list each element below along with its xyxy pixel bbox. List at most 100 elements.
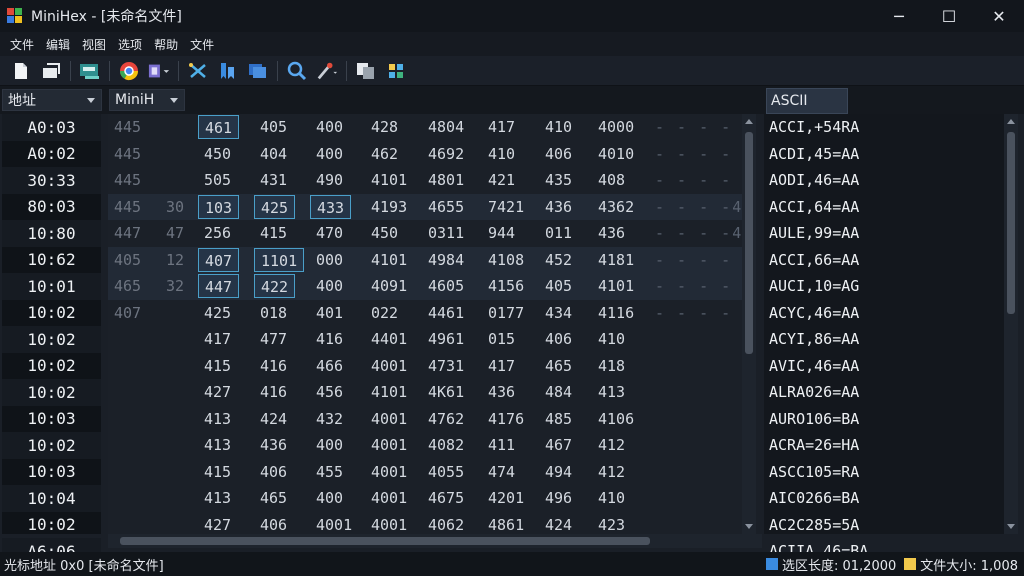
ascii-cell[interactable]: AIC0266=BA — [764, 485, 1004, 512]
hex-byte-cell[interactable]: 4201 — [488, 485, 524, 512]
chrome-icon[interactable] — [118, 60, 140, 82]
hex-byte-cell[interactable]: 427 — [204, 512, 231, 535]
hex-byte-cell[interactable]: 410 — [598, 326, 625, 353]
save-icon[interactable] — [79, 60, 101, 82]
hex-byte-cell[interactable]: 0177 — [488, 300, 524, 327]
hex-byte-cell[interactable]: 4001 — [371, 432, 407, 459]
ascii-cell[interactable]: ACYI,86=AA — [764, 326, 1004, 353]
hex-vertical-scrollbar[interactable] — [742, 114, 756, 534]
menu-file-2[interactable]: 文件 — [184, 36, 220, 53]
menu-options[interactable]: 选项 — [112, 36, 148, 53]
hex-byte-cell[interactable]: 32 — [166, 273, 184, 300]
ascii-cell[interactable]: ACCI,64=AA — [764, 194, 1004, 221]
selected-hex-byte-cell[interactable]: 447 — [198, 274, 240, 298]
hex-byte-cell[interactable]: 4193 — [371, 194, 407, 221]
hex-byte-cell[interactable]: 7421 — [488, 194, 524, 221]
selected-hex-byte-cell[interactable]: 461 — [198, 115, 240, 139]
selected-hex-byte-cell[interactable]: 103 — [198, 194, 240, 219]
hex-byte-cell[interactable]: 415 — [260, 220, 287, 247]
scrollbar-thumb[interactable] — [120, 537, 650, 545]
hex-byte-cell[interactable]: 416 — [260, 379, 287, 406]
hex-byte-cell[interactable]: 4401 — [371, 326, 407, 353]
hex-byte-cell[interactable]: 494 — [545, 459, 572, 486]
selected-hex-byte-cell[interactable]: 422 — [254, 274, 296, 298]
hex-byte-cell[interactable]: 432 — [316, 406, 343, 433]
hex-byte-cell[interactable]: 417 — [488, 114, 515, 141]
hex-byte-cell[interactable]: 406 — [260, 512, 287, 535]
close-button[interactable]: ✕ — [974, 0, 1024, 32]
hex-byte-cell[interactable]: 12 — [166, 247, 184, 274]
hex-byte-cell[interactable]: 4692 — [428, 141, 464, 168]
duplicate-icon[interactable] — [247, 60, 269, 82]
maximize-button[interactable]: ☐ — [924, 0, 974, 32]
hex-byte-cell[interactable]: 435 — [545, 167, 572, 194]
ascii-cell[interactable]: AODI,46=AA — [764, 167, 1004, 194]
hex-byte-cell[interactable]: 4461 — [428, 300, 464, 327]
hex-byte-cell[interactable]: 413 — [204, 406, 231, 433]
hex-byte-cell[interactable]: 4091 — [371, 273, 407, 300]
hex-byte-cell[interactable]: 4062 — [428, 512, 464, 535]
ascii-cell[interactable]: ACCI,66=AA — [764, 247, 1004, 274]
ascii-cell[interactable]: ALRA026=AA — [764, 379, 1004, 406]
hex-byte-cell[interactable]: 505 — [204, 167, 231, 194]
hex-byte-cell[interactable]: 410 — [488, 141, 515, 168]
ascii-cell[interactable]: ACYC,46=AA — [764, 300, 1004, 327]
selected-hex-byte-cell[interactable]: 407 — [198, 247, 240, 272]
hex-byte-cell[interactable]: 406 — [260, 459, 287, 486]
scrollbar-thumb[interactable] — [745, 132, 753, 354]
hex-byte-cell[interactable]: 256 — [204, 220, 231, 247]
hex-byte-cell[interactable]: 4001 — [371, 459, 407, 486]
hex-byte-cell[interactable]: 407 — [114, 300, 141, 327]
hex-byte-cell[interactable]: 000 — [316, 247, 343, 274]
copy-icon[interactable] — [355, 60, 377, 82]
hex-byte-cell[interactable]: 4001 — [371, 512, 407, 535]
scrollbar-thumb[interactable] — [1007, 132, 1015, 314]
hex-byte-cell[interactable]: 465 — [545, 353, 572, 380]
swap-icon[interactable] — [187, 60, 209, 82]
hex-byte-cell[interactable]: 421 — [488, 167, 515, 194]
hex-byte-cell[interactable]: 4181 — [598, 247, 634, 274]
hex-byte-cell[interactable]: 410 — [545, 114, 572, 141]
hex-byte-cell[interactable]: 400 — [316, 114, 343, 141]
hex-byte-cell[interactable]: 4156 — [488, 273, 524, 300]
hex-byte-cell[interactable]: 417 — [204, 326, 231, 353]
hex-byte-cell[interactable]: 4001 — [371, 353, 407, 380]
ascii-cell[interactable]: ACCI,+54RA — [764, 114, 1004, 141]
hex-byte-cell[interactable]: 455 — [316, 459, 343, 486]
hex-byte-cell[interactable]: 401 — [316, 300, 343, 327]
hex-byte-cell[interactable]: 416 — [260, 353, 287, 380]
hex-byte-cell[interactable]: 465 — [114, 273, 141, 300]
hex-byte-cell[interactable]: 431 — [260, 167, 287, 194]
hex-byte-cell[interactable]: 4082 — [428, 432, 464, 459]
horizontal-scrollbar[interactable] — [108, 534, 762, 548]
ascii-pane[interactable]: ACCI,+54RA ACDI,45=AA AODI,46=AA ACCI,64=AA… — [764, 114, 1004, 560]
hex-byte-cell[interactable]: 406 — [545, 326, 572, 353]
hex-byte-cell[interactable]: 406 — [545, 141, 572, 168]
hex-byte-cell[interactable]: 4675 — [428, 485, 464, 512]
hex-byte-cell[interactable]: 0311 — [428, 220, 464, 247]
hex-byte-cell[interactable]: 4801 — [428, 167, 464, 194]
hex-byte-cell[interactable]: 477 — [260, 326, 287, 353]
hex-format-select[interactable]: MiniH — [109, 89, 185, 111]
hex-byte-cell[interactable]: 413 — [204, 432, 231, 459]
hex-byte-cell[interactable]: 450 — [371, 220, 398, 247]
wand-icon[interactable] — [316, 60, 338, 82]
hex-byte-cell[interactable]: 428 — [371, 114, 398, 141]
hex-byte-cell[interactable]: 436 — [488, 379, 515, 406]
new-file-icon[interactable] — [10, 60, 32, 82]
plugin-icon[interactable] — [148, 60, 170, 82]
hex-byte-cell[interactable]: 4010 — [598, 141, 634, 168]
hex-byte-cell[interactable]: 490 — [316, 167, 343, 194]
scroll-up-arrow-icon[interactable] — [1007, 119, 1015, 124]
hex-byte-cell[interactable]: 4984 — [428, 247, 464, 274]
hex-byte-cell[interactable]: 424 — [545, 512, 572, 535]
menu-file[interactable]: 文件 — [4, 36, 40, 53]
hex-byte-cell[interactable]: 4861 — [488, 512, 524, 535]
hex-byte-cell[interactable]: 400 — [316, 141, 343, 168]
menu-edit[interactable]: 编辑 — [40, 36, 76, 53]
hex-byte-cell[interactable]: 400 — [316, 273, 343, 300]
hex-byte-cell[interactable]: 47 — [166, 220, 184, 247]
scroll-down-arrow-icon[interactable] — [745, 524, 753, 529]
hex-byte-cell[interactable]: 450 — [204, 141, 231, 168]
hex-byte-cell[interactable]: 445 — [114, 114, 141, 141]
